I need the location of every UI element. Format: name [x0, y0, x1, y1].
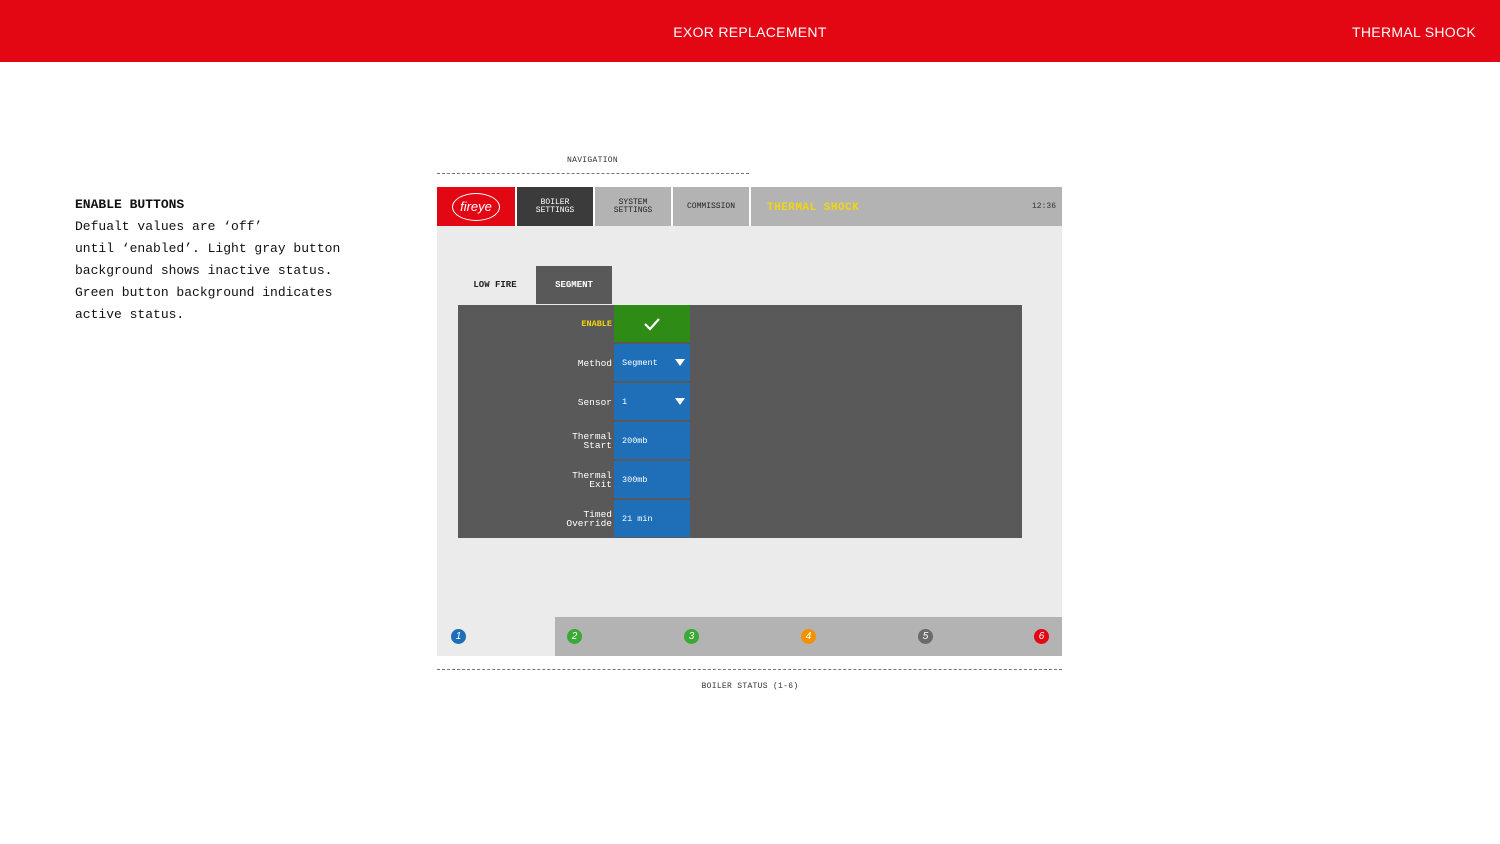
navigation-caption: NAVIGATION [567, 156, 619, 165]
screen-title-bar: THERMAL SHOCK 12:36 [751, 187, 1062, 226]
enable-label: ENABLE [581, 318, 612, 329]
boiler-status-caption: BOILER STATUS (1-6) [701, 682, 799, 691]
label-line: Override [566, 518, 612, 529]
navigation-divider [437, 173, 749, 174]
nav-label-line: SETTINGS [535, 205, 575, 215]
checkmark-icon [644, 317, 660, 331]
sensor-row: Sensor 1 [458, 383, 691, 421]
nav-system-settings[interactable]: SYSTEM SETTINGS [595, 187, 671, 226]
thermal-start-label: Thermal Start [572, 422, 612, 460]
sensor-label: Sensor [577, 396, 612, 408]
notes-line: Green button background indicates [75, 285, 333, 300]
clock: 12:36 [1031, 202, 1056, 211]
thermal-start-field[interactable]: 200mb [614, 422, 690, 459]
screen-title: THERMAL SHOCK [767, 202, 860, 214]
logo-text: fireye [452, 192, 500, 221]
notes-line: Defualt values are ‘off’ [75, 219, 263, 234]
thermal-start-row: Thermal Start 200mb [458, 422, 691, 460]
annotation-notes: ENABLE BUTTONS Defualt values are ‘off’ … [75, 194, 405, 326]
enable-row: ENABLE [458, 305, 691, 343]
timed-override-field[interactable]: 21 min [614, 500, 690, 537]
hmi-screen: fireye BOILER SETTINGS SYSTEM SETTINGS COM… [437, 187, 1062, 656]
notes-line: until ‘enabled’. Light gray button [75, 241, 341, 256]
enable-toggle-button[interactable] [614, 305, 690, 342]
thermal-exit-label: Thermal Exit [572, 461, 612, 499]
label-line: Exit [589, 479, 612, 490]
nav-label-line: SETTINGS [613, 205, 653, 215]
tab-segment[interactable]: SEGMENT [536, 266, 612, 304]
notes-heading: ENABLE BUTTONS [75, 197, 185, 212]
nav-label-line: COMMISSION [686, 201, 735, 211]
notes-line: background shows inactive status. [75, 263, 333, 278]
thermal-exit-field[interactable]: 300mb [614, 461, 690, 498]
method-label: Method [577, 357, 612, 369]
chevron-down-icon [675, 359, 685, 366]
status-divider [437, 669, 1062, 670]
nav-boiler-settings[interactable]: BOILER SETTINGS [517, 187, 593, 226]
boiler-status-6[interactable]: 6 [1034, 629, 1049, 644]
boiler-status-bar: 1 2 3 4 5 6 [437, 617, 1062, 656]
thermal-exit-row: Thermal Exit 300mb [458, 461, 691, 499]
boiler-status-5[interactable]: 5 [918, 629, 933, 644]
boiler-status-4[interactable]: 4 [801, 629, 816, 644]
chevron-down-icon [675, 398, 685, 405]
fireye-logo[interactable]: fireye [437, 187, 515, 226]
sensor-dropdown[interactable]: 1 [614, 383, 690, 420]
sensor-value: 1 [622, 396, 628, 407]
nav-bar: fireye BOILER SETTINGS SYSTEM SETTINGS COM… [437, 187, 1062, 226]
boiler-status-2[interactable]: 2 [567, 629, 582, 644]
boiler-status-3[interactable]: 3 [684, 629, 699, 644]
boiler-status-1[interactable]: 1 [451, 629, 466, 644]
banner-section: THERMAL SHOCK [1352, 24, 1476, 40]
settings-panel: ENABLE Method Segment Sensor 1 Thermal St… [458, 305, 1022, 538]
nav-commission[interactable]: COMMISSION [673, 187, 749, 226]
method-dropdown[interactable]: Segment [614, 344, 690, 381]
top-banner: EXOR REPLACEMENT THERMAL SHOCK [0, 0, 1500, 62]
label-line: Start [583, 440, 612, 451]
notes-line: active status. [75, 307, 185, 322]
timed-override-label: Timed Override [566, 500, 612, 538]
timed-override-row: Timed Override 21 min [458, 500, 691, 538]
tab-low-fire[interactable]: LOW FIRE [457, 266, 533, 304]
method-value: Segment [622, 357, 658, 368]
banner-title: EXOR REPLACEMENT [673, 24, 827, 40]
method-row: Method Segment [458, 344, 691, 382]
